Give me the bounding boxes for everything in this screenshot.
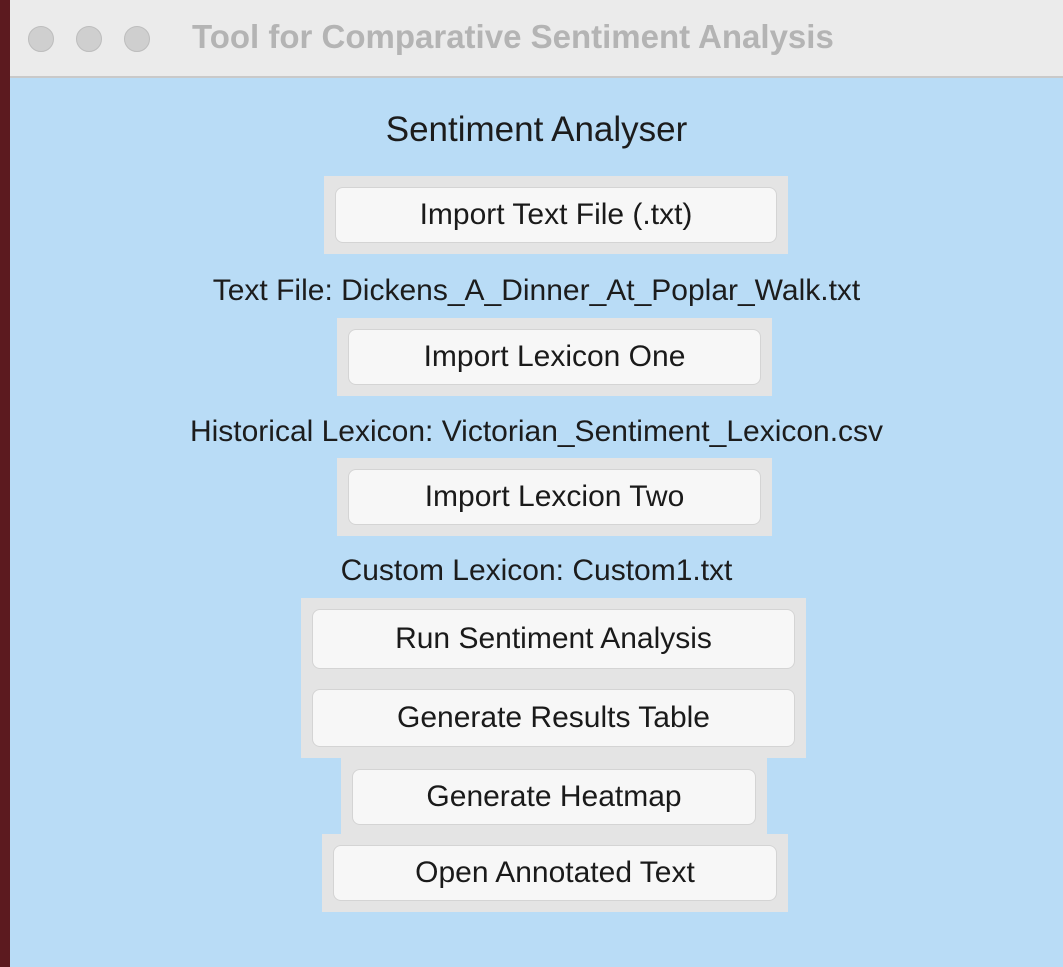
zoom-window-icon[interactable]	[124, 26, 150, 52]
results-table-button-frame: Generate Results Table	[301, 678, 806, 758]
run-sentiment-analysis-button[interactable]: Run Sentiment Analysis	[312, 609, 795, 669]
lexicon-two-status: Custom Lexicon: Custom1.txt	[340, 554, 733, 587]
import-lexicon-one-button-frame: Import Lexicon One	[337, 318, 772, 396]
generate-results-table-button[interactable]: Generate Results Table	[312, 689, 795, 747]
import-lexicon-two-button[interactable]: Import Lexcion Two	[348, 469, 761, 525]
import-lexicon-one-button[interactable]: Import Lexicon One	[348, 329, 761, 385]
annotated-text-button-frame: Open Annotated Text	[322, 834, 788, 912]
run-analysis-button-frame: Run Sentiment Analysis	[301, 598, 806, 680]
lexicon-one-status: Historical Lexicon: Victorian_Sentiment_…	[189, 415, 884, 448]
import-text-file-button[interactable]: Import Text File (.txt)	[335, 187, 777, 243]
import-text-file-button-frame: Import Text File (.txt)	[324, 176, 788, 254]
text-file-status: Text File: Dickens_A_Dinner_At_Poplar_Wa…	[212, 274, 861, 307]
window-title: Tool for Comparative Sentiment Analysis	[192, 18, 834, 55]
close-window-icon[interactable]	[28, 26, 54, 52]
generate-heatmap-button[interactable]: Generate Heatmap	[352, 769, 756, 825]
app-window: Tool for Comparative Sentiment Analysis …	[10, 0, 1063, 967]
minimize-window-icon[interactable]	[76, 26, 102, 52]
import-lexicon-two-button-frame: Import Lexcion Two	[337, 458, 772, 536]
title-bar: Tool for Comparative Sentiment Analysis	[10, 0, 1063, 78]
heatmap-button-frame: Generate Heatmap	[341, 758, 767, 836]
page-title: Sentiment Analyser	[385, 110, 688, 149]
open-annotated-text-button[interactable]: Open Annotated Text	[333, 845, 777, 901]
main-panel: Sentiment Analyser Import Text File (.tx…	[10, 78, 1063, 967]
